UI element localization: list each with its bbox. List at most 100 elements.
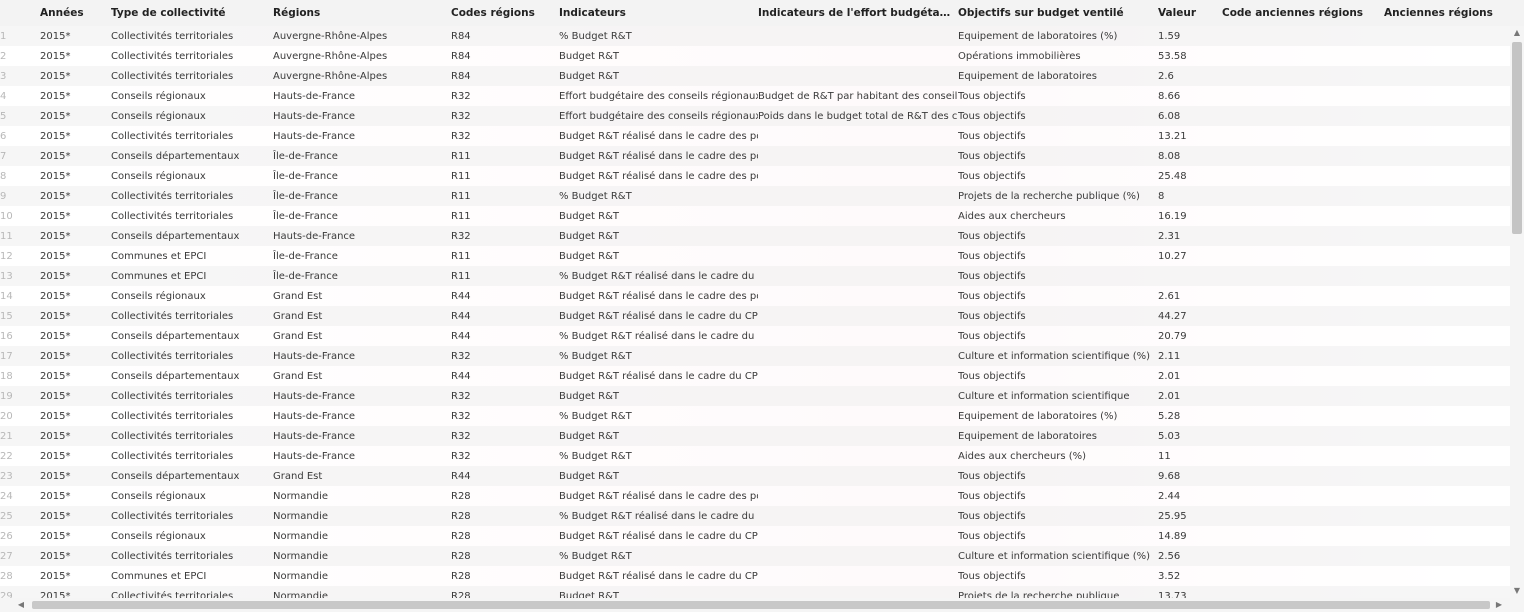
cell-indicateurs-effort[interactable]: [758, 266, 958, 286]
cell-valeur[interactable]: 3.52: [1158, 566, 1222, 586]
cell-regions[interactable]: Auvergne-Rhône-Alpes: [273, 46, 451, 66]
cell-codes-regions[interactable]: R28: [451, 586, 559, 598]
cell-code-anciennes-regions[interactable]: [1222, 286, 1384, 306]
cell-indicateurs[interactable]: Budget R&T: [559, 226, 758, 246]
table-row[interactable]: 29 2015* Collectivités territoriales Norman…: [0, 586, 1510, 598]
cell-codes-regions[interactable]: R28: [451, 526, 559, 546]
cell-type-collectivite[interactable]: Collectivités territoriales: [111, 46, 273, 66]
cell-anciennes-regions[interactable]: [1384, 346, 1510, 366]
cell-objectifs[interactable]: Equipement de laboratoires (%): [958, 26, 1158, 46]
cell-valeur[interactable]: 2.31: [1158, 226, 1222, 246]
cell-codes-regions[interactable]: R32: [451, 126, 559, 146]
cell-regions[interactable]: Normandie: [273, 506, 451, 526]
cell-type-collectivite[interactable]: Conseils régionaux: [111, 486, 273, 506]
cell-indicateurs[interactable]: % Budget R&T: [559, 446, 758, 466]
cell-valeur[interactable]: 5.03: [1158, 426, 1222, 446]
cell-type-collectivite[interactable]: Conseils régionaux: [111, 106, 273, 126]
cell-valeur[interactable]: 13.21: [1158, 126, 1222, 146]
table-row[interactable]: 28 2015* Communes et EPCI Normandie R28 Budge…: [0, 566, 1510, 586]
cell-annees[interactable]: 2015*: [40, 86, 111, 106]
table-row[interactable]: 14 2015* Conseils régionaux Grand Est R44 Bud…: [0, 286, 1510, 306]
cell-valeur[interactable]: 1.59: [1158, 26, 1222, 46]
cell-annees[interactable]: 2015*: [40, 366, 111, 386]
cell-annees[interactable]: 2015*: [40, 126, 111, 146]
cell-type-collectivite[interactable]: Collectivités territoriales: [111, 206, 273, 226]
table-row[interactable]: 13 2015* Communes et EPCI Île-de-France R11%…: [0, 266, 1510, 286]
column-header-codes-regions[interactable]: Codes régions: [451, 0, 559, 26]
cell-codes-regions[interactable]: R11: [451, 206, 559, 226]
cell-regions[interactable]: Île-de-France: [273, 246, 451, 266]
cell-codes-regions[interactable]: R28: [451, 506, 559, 526]
cell-type-collectivite[interactable]: Conseils régionaux: [111, 86, 273, 106]
cell-codes-regions[interactable]: R44: [451, 466, 559, 486]
table-row[interactable]: 7 2015* Conseils départementaux Île-de-Fran…: [0, 146, 1510, 166]
cell-objectifs[interactable]: Tous objectifs: [958, 246, 1158, 266]
cell-annees[interactable]: 2015*: [40, 306, 111, 326]
cell-regions[interactable]: Hauts-de-France: [273, 346, 451, 366]
cell-type-collectivite[interactable]: Conseils régionaux: [111, 166, 273, 186]
cell-indicateurs[interactable]: Budget R&T réalisé dans le cadre du CPE: [559, 566, 758, 586]
cell-code-anciennes-regions[interactable]: [1222, 26, 1384, 46]
cell-valeur[interactable]: 8.08: [1158, 146, 1222, 166]
cell-objectifs[interactable]: Equipement de laboratoires: [958, 66, 1158, 86]
cell-indicateurs-effort[interactable]: [758, 66, 958, 86]
table-row[interactable]: 27 2015* Collectivités territoriales Norman…: [0, 546, 1510, 566]
cell-type-collectivite[interactable]: Communes et EPCI: [111, 246, 273, 266]
cell-objectifs[interactable]: Tous objectifs: [958, 86, 1158, 106]
cell-objectifs[interactable]: Tous objectifs: [958, 326, 1158, 346]
cell-indicateurs[interactable]: Budget R&T réalisé dans le cadre du CPE: [559, 366, 758, 386]
cell-type-collectivite[interactable]: Collectivités territoriales: [111, 546, 273, 566]
cell-code-anciennes-regions[interactable]: [1222, 266, 1384, 286]
cell-code-anciennes-regions[interactable]: [1222, 586, 1384, 598]
cell-codes-regions[interactable]: R11: [451, 246, 559, 266]
cell-valeur[interactable]: 8: [1158, 186, 1222, 206]
column-header-anciennes-regions[interactable]: Anciennes régions: [1384, 0, 1510, 26]
cell-indicateurs-effort[interactable]: [758, 286, 958, 306]
cell-objectifs[interactable]: Equipement de laboratoires (%): [958, 406, 1158, 426]
cell-indicateurs[interactable]: % Budget R&T: [559, 546, 758, 566]
triangle-up-icon[interactable]: ▲: [1512, 26, 1522, 40]
cell-indicateurs[interactable]: Budget R&T: [559, 46, 758, 66]
cell-objectifs[interactable]: Culture et information scientifique (%): [958, 346, 1158, 366]
cell-valeur[interactable]: 2.01: [1158, 366, 1222, 386]
cell-regions[interactable]: Île-de-France: [273, 186, 451, 206]
cell-regions[interactable]: Auvergne-Rhône-Alpes: [273, 26, 451, 46]
cell-codes-regions[interactable]: R32: [451, 386, 559, 406]
cell-codes-regions[interactable]: R32: [451, 406, 559, 426]
cell-codes-regions[interactable]: R11: [451, 266, 559, 286]
cell-regions[interactable]: Auvergne-Rhône-Alpes: [273, 66, 451, 86]
table-row[interactable]: 8 2015* Conseils régionaux Île-de-France R11…: [0, 166, 1510, 186]
cell-type-collectivite[interactable]: Communes et EPCI: [111, 566, 273, 586]
cell-indicateurs[interactable]: Budget R&T réalisé dans le cadre des pô: [559, 286, 758, 306]
cell-indicateurs-effort[interactable]: Poids dans le budget total de R&T des c: [758, 106, 958, 126]
cell-code-anciennes-regions[interactable]: [1222, 306, 1384, 326]
cell-annees[interactable]: 2015*: [40, 406, 111, 426]
cell-code-anciennes-regions[interactable]: [1222, 526, 1384, 546]
cell-valeur[interactable]: 2.44: [1158, 486, 1222, 506]
cell-anciennes-regions[interactable]: [1384, 106, 1510, 126]
cell-valeur[interactable]: 14.89: [1158, 526, 1222, 546]
cell-type-collectivite[interactable]: Collectivités territoriales: [111, 386, 273, 406]
cell-valeur[interactable]: 2.61: [1158, 286, 1222, 306]
cell-type-collectivite[interactable]: Collectivités territoriales: [111, 506, 273, 526]
cell-anciennes-regions[interactable]: [1384, 66, 1510, 86]
cell-objectifs[interactable]: Opérations immobilières: [958, 46, 1158, 66]
cell-code-anciennes-regions[interactable]: [1222, 186, 1384, 206]
cell-valeur[interactable]: [1158, 266, 1222, 286]
cell-codes-regions[interactable]: R32: [451, 226, 559, 246]
cell-regions[interactable]: Hauts-de-France: [273, 446, 451, 466]
cell-anciennes-regions[interactable]: [1384, 366, 1510, 386]
cell-indicateurs[interactable]: Budget R&T: [559, 386, 758, 406]
cell-valeur[interactable]: 16.19: [1158, 206, 1222, 226]
cell-anciennes-regions[interactable]: [1384, 446, 1510, 466]
cell-objectifs[interactable]: Tous objectifs: [958, 306, 1158, 326]
cell-annees[interactable]: 2015*: [40, 106, 111, 126]
cell-annees[interactable]: 2015*: [40, 486, 111, 506]
cell-anciennes-regions[interactable]: [1384, 426, 1510, 446]
cell-objectifs[interactable]: Tous objectifs: [958, 166, 1158, 186]
cell-objectifs[interactable]: Tous objectifs: [958, 506, 1158, 526]
cell-anciennes-regions[interactable]: [1384, 186, 1510, 206]
cell-valeur[interactable]: 2.11: [1158, 346, 1222, 366]
cell-annees[interactable]: 2015*: [40, 186, 111, 206]
cell-valeur[interactable]: 25.95: [1158, 506, 1222, 526]
